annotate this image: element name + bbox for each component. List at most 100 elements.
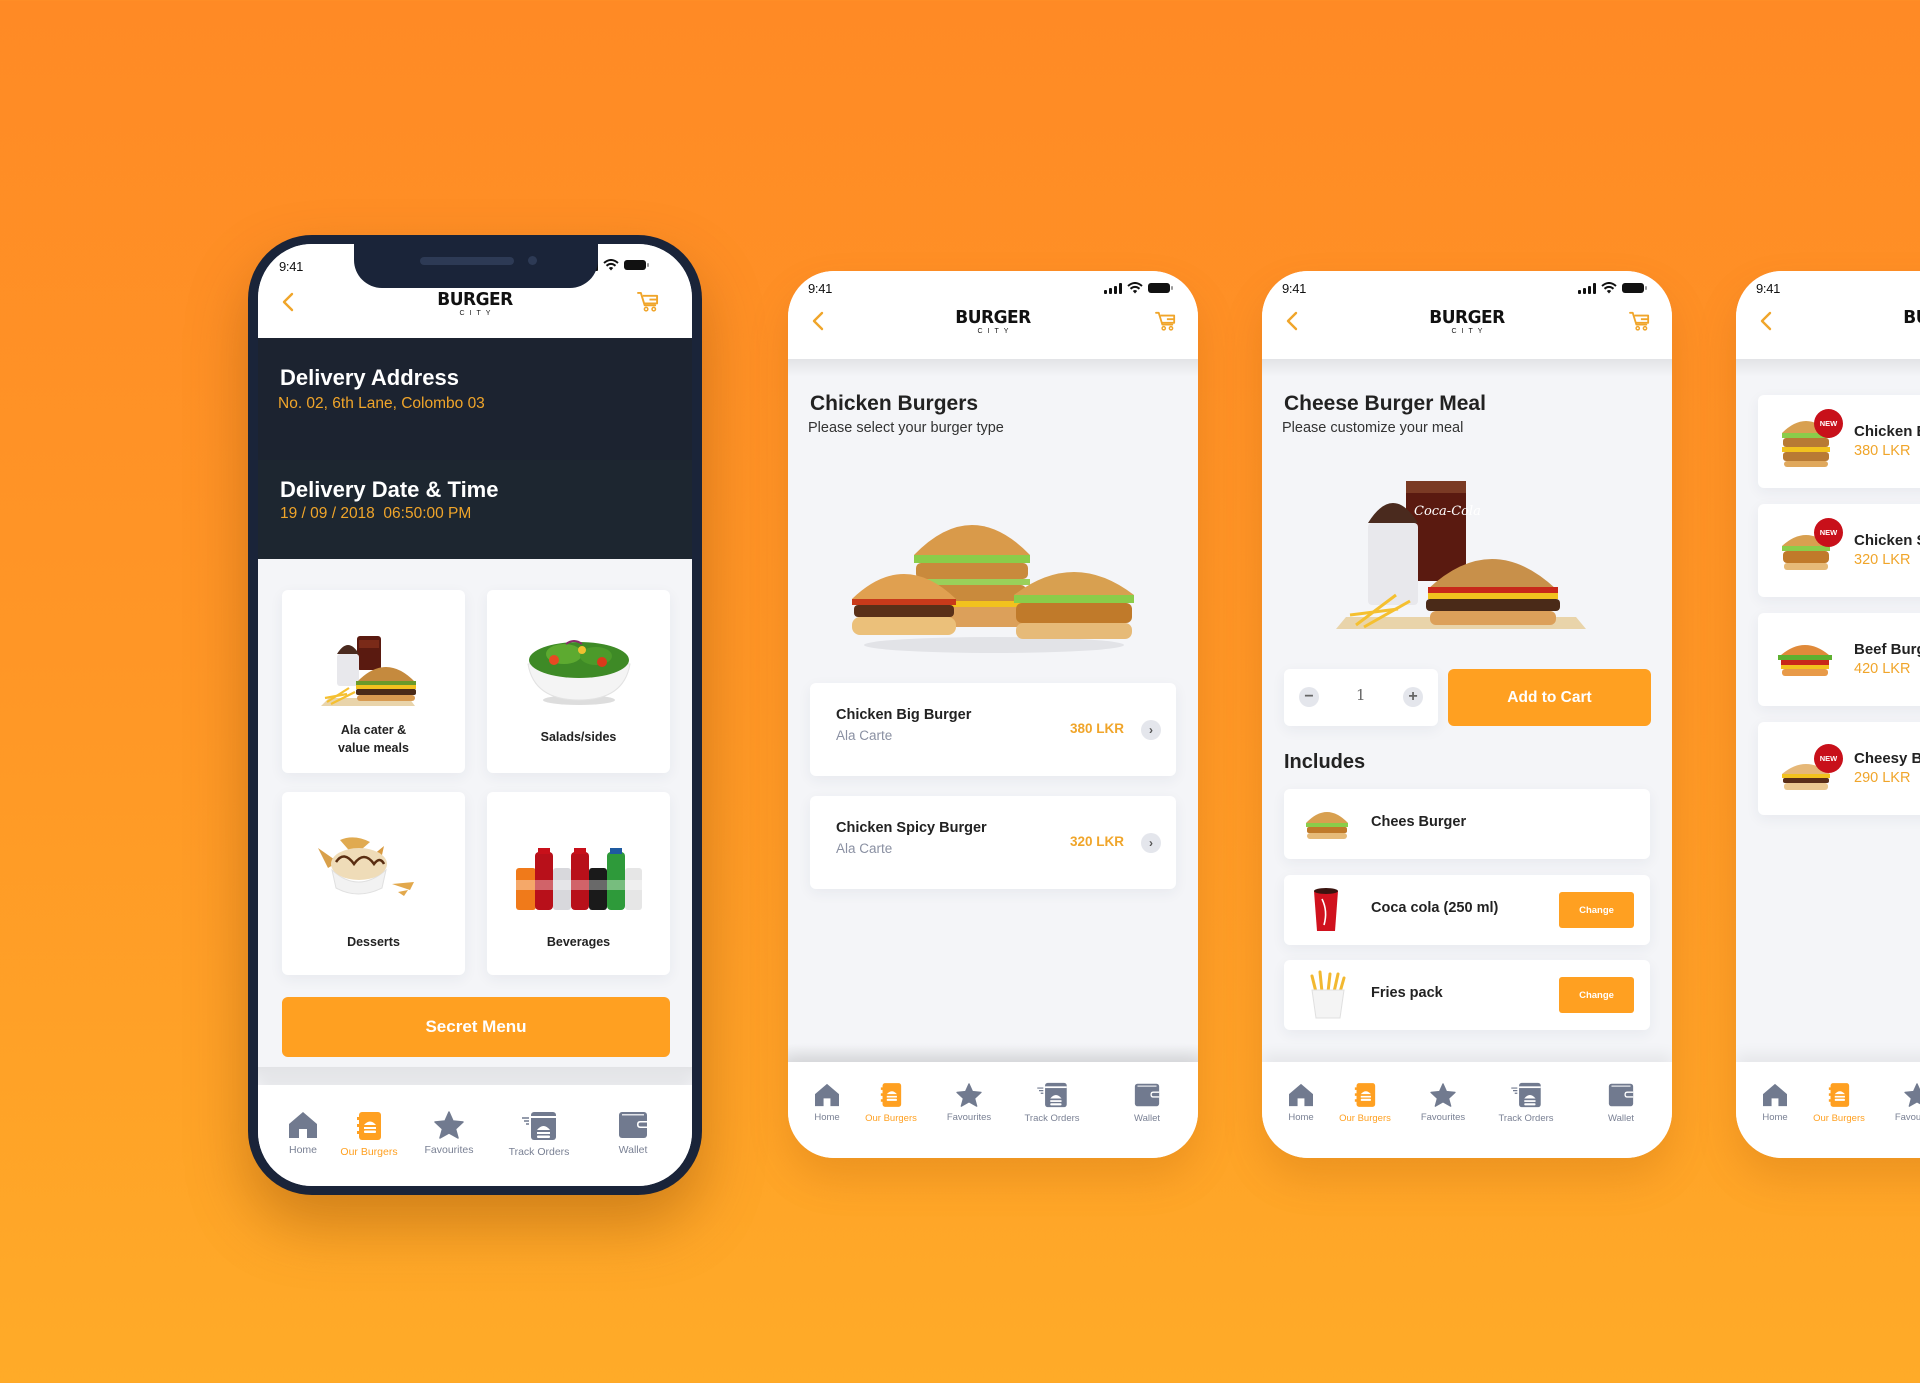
nav-home[interactable]: Home	[1276, 1083, 1326, 1123]
decrease-quantity-button[interactable]: −	[1299, 687, 1319, 707]
nav-home[interactable]: Home	[278, 1111, 328, 1156]
nav-favourites[interactable]: Favourites	[1410, 1083, 1476, 1123]
home-icon	[1762, 1083, 1788, 1107]
page-title: Cheese Burger Meal	[1284, 392, 1486, 415]
nav-home[interactable]: Home	[1750, 1083, 1800, 1123]
cart-icon[interactable]	[1629, 311, 1651, 331]
nav-favourites[interactable]: Favourites	[414, 1111, 484, 1156]
nav-track-orders[interactable]: Track Orders	[1012, 1082, 1092, 1124]
burger-list-item[interactable]: Chicken Spicy Burger Ala Carte 320 LKR ›	[810, 796, 1176, 889]
change-fries-button[interactable]: Change	[1559, 977, 1634, 1013]
nav-wallet[interactable]: Wallet	[598, 1111, 668, 1156]
wifi-icon	[1127, 282, 1143, 294]
home-icon	[1288, 1083, 1314, 1107]
battery-icon	[624, 260, 649, 270]
chevron-right-icon[interactable]: ›	[1141, 833, 1161, 853]
add-to-cart-button[interactable]: Add to Cart	[1448, 669, 1651, 726]
nav-wallet[interactable]: Wallet	[1104, 1082, 1190, 1124]
cart-icon[interactable]	[637, 291, 660, 312]
cart-icon[interactable]	[1155, 311, 1177, 331]
include-item[interactable]: Fries pack Change	[1284, 960, 1650, 1030]
brand-logo: BURGER CITY	[955, 307, 1031, 335]
nav-our-burgers[interactable]: Our Burgers	[1332, 1082, 1398, 1124]
svg-text:Coca-Cola: Coca-Cola	[1414, 504, 1481, 519]
burger-list-item[interactable]: Chicken Big Burger Ala Carte 380 LKR ›	[810, 683, 1176, 776]
nav-our-burgers[interactable]: Our Burgers	[858, 1082, 924, 1124]
phone-home-frame: 9:41 BURGER CITY Delivery Address No. 02…	[248, 235, 702, 1195]
increase-quantity-button[interactable]: +	[1403, 687, 1423, 707]
category-label: Desserts	[347, 935, 400, 949]
category-label: Ala cater &	[340, 723, 407, 737]
status-time: 9:41	[808, 281, 833, 296]
include-item[interactable]: Coca cola (250 ml) Change	[1284, 875, 1650, 945]
delivery-box-icon	[1510, 1082, 1542, 1108]
app-header: 9:41 BURGER CITY	[258, 244, 692, 338]
wallet-icon	[1608, 1082, 1634, 1108]
burger-list-item[interactable]: Beef Burger 420 LKR	[1758, 613, 1920, 706]
phone-burger-list: 9:41 BURGER CITY NEW Chicken Big Burger …	[1736, 271, 1920, 1158]
beverages-image	[515, 848, 642, 910]
nav-our-burgers[interactable]: Our Burgers	[1806, 1082, 1872, 1124]
wifi-icon	[1601, 282, 1617, 294]
category-card-desserts[interactable]: Desserts	[282, 792, 465, 975]
star-icon	[1430, 1083, 1456, 1107]
phone-chicken-burgers: 9:41 BURGER CITY Chicken Burgers Please …	[788, 271, 1198, 1158]
status-time: 9:41	[1756, 281, 1781, 296]
bottom-nav: Home Our Burgers Favourites	[1736, 1062, 1920, 1158]
salad-image	[526, 640, 631, 705]
status-icons	[1104, 282, 1173, 294]
burger-thumb-icon	[1306, 812, 1348, 839]
wallet-icon	[618, 1111, 648, 1139]
delivery-datetime-value: 19 / 09 / 2018 06:50:00 PM	[280, 505, 472, 522]
wallet-icon	[1134, 1082, 1160, 1108]
category-card-salads[interactable]: Salads/sides	[487, 590, 670, 773]
nav-wallet[interactable]: Wallet	[1578, 1082, 1664, 1124]
page-title: Chicken Burgers	[810, 392, 979, 415]
battery-icon	[1622, 283, 1647, 293]
burger-list-item[interactable]: NEW Chicken Big Burger 380 LKR	[1758, 395, 1920, 488]
meal-combo-image	[320, 636, 416, 706]
new-badge: NEW	[1814, 409, 1843, 438]
status-time: 9:41	[279, 259, 304, 274]
chevron-right-icon[interactable]: ›	[1141, 720, 1161, 740]
page-subtitle: Please customize your meal	[1282, 420, 1464, 436]
delivery-datetime-section[interactable]: Delivery Date & Time 19 / 09 / 2018 06:5…	[258, 460, 692, 559]
phone-cheese-burger-meal: 9:41 BURGER CITY Cheese Burger Meal Plea…	[1262, 271, 1672, 1158]
fries-icon	[1310, 970, 1346, 1019]
include-item[interactable]: Chees Burger	[1284, 789, 1650, 859]
back-icon[interactable]	[282, 292, 294, 312]
delivery-address-section[interactable]: Delivery Address No. 02, 6th Lane, Colom…	[258, 338, 692, 460]
bottom-nav: Home Our Burgers Favourites Track Orders…	[258, 1085, 692, 1186]
nav-favourites[interactable]: Favourites	[1884, 1083, 1920, 1123]
burger-list-item[interactable]: NEW Cheesy Burger 290 LKR	[1758, 722, 1920, 815]
delivery-datetime-title: Delivery Date & Time	[280, 477, 499, 502]
burger-menu-book-icon	[880, 1082, 902, 1108]
back-icon[interactable]	[1286, 311, 1298, 331]
app-header: 9:41 BURGER CITY	[1736, 271, 1920, 359]
dessert-image	[317, 837, 414, 896]
burger-menu-book-icon	[1354, 1082, 1376, 1108]
burger-thumb-icon	[1778, 645, 1832, 676]
category-card-beverages[interactable]: Beverages	[487, 792, 670, 975]
nav-our-burgers[interactable]: Our Burgers	[334, 1111, 404, 1158]
wifi-icon	[603, 259, 619, 271]
back-icon[interactable]	[1760, 311, 1772, 331]
home-icon	[288, 1111, 318, 1139]
burger-list-item[interactable]: NEW Chicken Spicy Burger 320 LKR	[1758, 504, 1920, 597]
status-time: 9:41	[1282, 281, 1307, 296]
nav-track-orders[interactable]: Track Orders	[496, 1111, 582, 1158]
change-drink-button[interactable]: Change	[1559, 892, 1634, 928]
secret-menu-button[interactable]: Secret Menu	[282, 997, 670, 1057]
cola-cup-icon	[1314, 888, 1338, 931]
quantity-value[interactable]: 1	[1356, 686, 1366, 704]
back-icon[interactable]	[812, 311, 824, 331]
new-badge: NEW	[1814, 518, 1843, 547]
nav-home[interactable]: Home	[802, 1083, 852, 1123]
burger-menu-book-icon	[1828, 1082, 1850, 1108]
status-icons	[1578, 282, 1647, 294]
nav-favourites[interactable]: Favourites	[936, 1083, 1002, 1123]
category-card-meals[interactable]: Ala cater & value meals	[282, 590, 465, 773]
app-header: 9:41 BURGER CITY	[1262, 271, 1672, 359]
brand-logo: BURGER CITY	[1429, 307, 1505, 335]
nav-track-orders[interactable]: Track Orders	[1486, 1082, 1566, 1124]
